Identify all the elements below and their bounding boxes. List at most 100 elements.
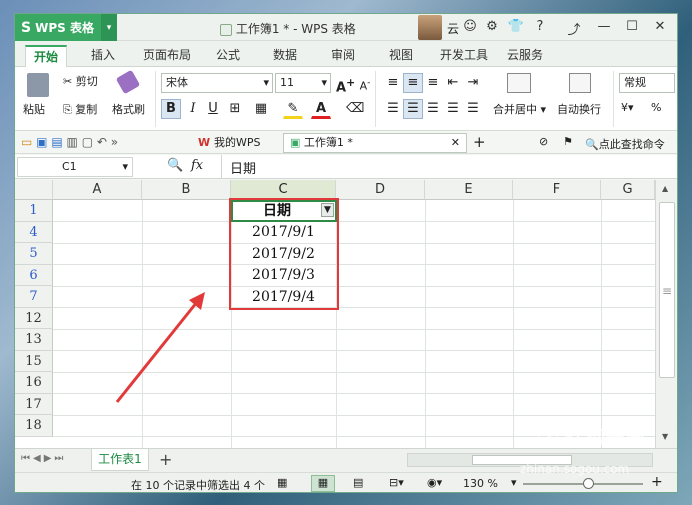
restore-icon[interactable]: ⤴ — [563, 19, 585, 38]
tab-workbook[interactable]: ▣ 工作簿1 * ✕ — [283, 133, 467, 153]
tab-cloud[interactable]: 云服务 — [499, 45, 551, 67]
column-header-f[interactable]: F — [513, 180, 601, 200]
align-left-icon[interactable]: ☰ — [383, 99, 403, 119]
tab-developer[interactable]: 开发工具 — [432, 45, 496, 67]
row-header-5[interactable]: 5 — [15, 243, 53, 265]
row-header-18[interactable]: 18 — [15, 415, 53, 437]
zoom-out-icon[interactable]: ▾ — [511, 476, 517, 489]
row-header-1[interactable]: 1 — [15, 200, 53, 222]
column-header-d[interactable]: D — [336, 180, 425, 200]
sheet-tab-1[interactable]: 工作表1 — [91, 449, 149, 471]
save-icon[interactable]: ▣ — [36, 135, 47, 149]
fill-color-icon[interactable]: ✎ — [283, 99, 303, 119]
open-folder-icon[interactable]: ▭ — [21, 135, 32, 149]
distribute-icon[interactable]: ☰ — [463, 99, 483, 119]
row-header-15[interactable]: 15 — [15, 350, 53, 372]
flag-icon[interactable]: ⚑ — [563, 135, 573, 148]
lock-icon[interactable]: ⊘ — [539, 135, 548, 148]
align-center-icon[interactable]: ☰ — [403, 99, 423, 119]
skin-icon[interactable]: ☺ — [459, 19, 481, 34]
currency-icon[interactable]: ¥▾ — [621, 101, 634, 114]
percent-button[interactable]: % — [651, 101, 661, 114]
bold-button[interactable]: B — [161, 99, 181, 119]
column-header-a[interactable]: A — [53, 180, 142, 200]
page-break-view-icon[interactable]: ▤ — [353, 476, 363, 489]
avatar[interactable] — [418, 15, 442, 40]
new-tab-button[interactable]: + — [473, 133, 486, 151]
copy-button[interactable]: ⎘ 复制 — [63, 101, 97, 117]
tab-home[interactable]: 开始 — [25, 45, 68, 67]
align-top-icon[interactable]: ≡ — [383, 73, 403, 93]
align-right-icon[interactable]: ☰ — [423, 99, 443, 119]
zoom-slider-thumb[interactable] — [583, 478, 594, 489]
merge-center-button[interactable]: 合并居中 ▾ — [493, 101, 546, 117]
tab-my-wps[interactable]: W 我的WPS — [191, 133, 267, 153]
indent-increase-icon[interactable]: ⇥ — [463, 73, 483, 93]
sheet-nav-arrows[interactable]: ⏮◀▶⏭ — [21, 453, 66, 464]
column-header-g[interactable]: G — [601, 180, 655, 200]
close-button[interactable]: ✕ — [649, 19, 671, 34]
tab-insert[interactable]: 插入 — [83, 45, 123, 67]
indent-decrease-icon[interactable]: ⇤ — [443, 73, 463, 93]
justify-icon[interactable]: ☰ — [443, 99, 463, 119]
grow-font-button[interactable]: A+ — [335, 73, 355, 95]
font-name-select[interactable]: 宋体 ▾ — [161, 73, 273, 93]
undo-icon[interactable]: ↶ — [97, 135, 107, 149]
scroll-thumb[interactable]: ≡ — [659, 202, 675, 378]
read-mode-icon[interactable]: ⊟▾ — [389, 476, 404, 489]
chevron-down-icon[interactable]: ▾ — [101, 14, 117, 41]
row-header-12[interactable]: 12 — [15, 307, 53, 329]
row-header-17[interactable]: 17 — [15, 393, 53, 415]
vertical-scrollbar[interactable]: ▲ ≡ ▼ — [655, 180, 677, 448]
wrap-text-icon[interactable] — [569, 73, 591, 93]
maximize-button[interactable]: ☐ — [621, 19, 643, 34]
fill-pattern-icon[interactable]: ▦ — [251, 99, 271, 119]
cut-button[interactable]: ✂ 剪切 — [63, 73, 98, 89]
zoom-level[interactable]: 130 % — [463, 477, 498, 490]
close-tab-icon[interactable]: ✕ — [451, 134, 460, 152]
more-icon[interactable]: » — [111, 135, 118, 149]
fx-button[interactable]: fx — [191, 158, 203, 173]
row-header-6[interactable]: 6 — [15, 264, 53, 286]
export-pdf-icon[interactable]: ▤ — [51, 135, 62, 149]
scroll-up-icon[interactable]: ▲ — [662, 184, 668, 193]
font-size-select[interactable]: 11 ▾ — [275, 73, 331, 93]
settings-gear-icon[interactable]: ⚙ — [481, 19, 503, 34]
help-icon[interactable]: ? — [529, 19, 551, 34]
tab-review[interactable]: 审阅 — [323, 45, 363, 67]
eraser-icon[interactable]: ⌫ — [345, 99, 365, 119]
tab-data[interactable]: 数据 — [265, 45, 305, 67]
row-header-16[interactable]: 16 — [15, 372, 53, 394]
borders-icon[interactable]: ⊞ — [225, 99, 245, 119]
number-format-select[interactable]: 常规 — [619, 73, 675, 93]
shirt-icon[interactable]: 👕 — [505, 19, 527, 34]
row-header-4[interactable]: 4 — [15, 221, 53, 243]
zoom-formula-icon[interactable]: 🔍 — [167, 158, 183, 173]
print-icon[interactable]: ▥ — [67, 135, 78, 149]
user-name[interactable]: 云 — [447, 20, 459, 37]
command-search[interactable]: 🔍点此查找命令 — [585, 136, 665, 152]
align-middle-icon[interactable]: ≡ — [403, 73, 423, 93]
column-header-b[interactable]: B — [142, 180, 231, 200]
scroll-down-icon[interactable]: ▼ — [662, 432, 668, 441]
name-box[interactable]: C1 ▾ — [17, 157, 133, 177]
calendar-icon[interactable]: ▦ — [277, 476, 287, 489]
paste-button[interactable]: 粘贴 — [23, 101, 45, 117]
tab-page-layout[interactable]: 页面布局 — [135, 45, 199, 67]
font-color-icon[interactable]: A — [311, 99, 331, 119]
minimize-button[interactable]: — — [593, 19, 615, 34]
format-painter-button[interactable]: 格式刷 — [112, 101, 145, 117]
wrap-text-button[interactable]: 自动换行 — [557, 101, 601, 117]
row-header-13[interactable]: 13 — [15, 329, 53, 351]
paste-icon[interactable] — [27, 73, 49, 97]
column-header-c[interactable]: C — [231, 180, 336, 200]
tab-view[interactable]: 视图 — [381, 45, 421, 67]
italic-button[interactable]: I — [183, 99, 203, 119]
eye-protect-icon[interactable]: ◉▾ — [427, 476, 442, 489]
zoom-in-icon[interactable]: + — [651, 474, 663, 490]
shrink-font-button[interactable]: A- — [355, 73, 375, 93]
tab-formulas[interactable]: 公式 — [208, 45, 248, 67]
select-all-corner[interactable] — [15, 180, 53, 200]
column-header-e[interactable]: E — [425, 180, 513, 200]
wps-app-menu-button[interactable]: S WPS 表格 ▾ — [15, 14, 117, 41]
